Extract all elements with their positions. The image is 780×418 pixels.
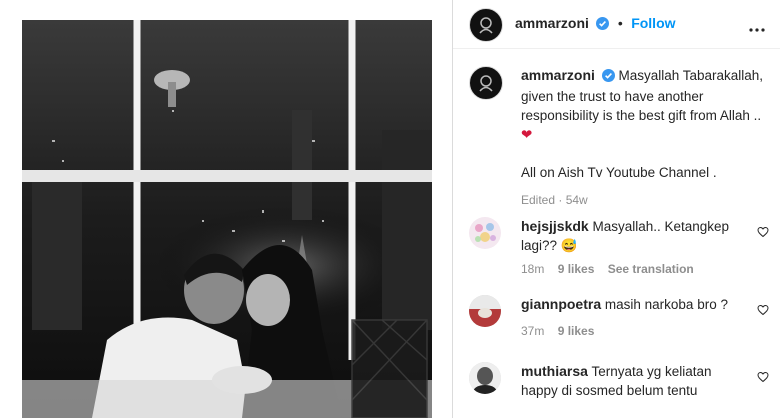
more-options-icon[interactable] bbox=[748, 20, 766, 38]
post-photo-art bbox=[22, 20, 432, 418]
caption-avatar[interactable] bbox=[469, 66, 503, 100]
heart-icon[interactable] bbox=[757, 225, 769, 243]
comment: hejsjjskdk Masyallah.. Ketangkep lagi?? … bbox=[469, 217, 769, 277]
post-photo[interactable] bbox=[22, 20, 432, 418]
heart-emoji-icon: ❤ bbox=[521, 127, 533, 142]
commenter-avatar[interactable] bbox=[469, 217, 501, 249]
comment: giannpoetra masih narkoba bro ? 37m 9 li… bbox=[469, 295, 769, 343]
caption-text-2: All on Aish Tv Youtube Channel . bbox=[521, 165, 717, 180]
comment: muthiarsa Ternyata yg keliatan happy di … bbox=[469, 362, 769, 418]
comment-body: muthiarsa Ternyata yg keliatan happy di … bbox=[521, 362, 749, 400]
heart-icon[interactable] bbox=[757, 303, 769, 321]
comment-text: masih narkoba bro ? bbox=[604, 297, 728, 312]
comment-time[interactable]: 37m bbox=[521, 324, 544, 338]
comment-username[interactable]: giannpoetra bbox=[521, 296, 601, 312]
caption: ammarzoni Masyallah Tabarakallah, given … bbox=[521, 66, 765, 210]
comment-username[interactable]: muthiarsa bbox=[521, 363, 588, 379]
separator-dot: • bbox=[617, 15, 623, 31]
see-translation-link[interactable]: See translation bbox=[608, 262, 694, 276]
comment-body: hejsjjskdk Masyallah.. Ketangkep lagi?? … bbox=[521, 217, 749, 255]
heart-icon[interactable] bbox=[757, 370, 769, 388]
comment-username[interactable]: hejsjjskdk bbox=[521, 218, 589, 234]
avatar[interactable] bbox=[469, 8, 503, 42]
comment-likes[interactable]: 9 likes bbox=[558, 324, 595, 338]
caption-meta: Edited · 54w bbox=[521, 193, 588, 207]
post-header: ammarzoni • Follow bbox=[453, 0, 780, 49]
comment-time[interactable]: 18m bbox=[521, 262, 544, 276]
owner-username[interactable]: ammarzoni bbox=[515, 15, 589, 31]
comment-likes[interactable]: 9 likes bbox=[558, 262, 595, 276]
post-sidebar: ammarzoni • Follow ammarzoni Masyallah T… bbox=[453, 0, 780, 418]
caption-username[interactable]: ammarzoni bbox=[521, 67, 595, 83]
caption-owner-logo bbox=[471, 68, 501, 98]
commenter-avatar[interactable] bbox=[469, 362, 501, 394]
commenter-avatar[interactable] bbox=[469, 295, 501, 327]
photo-pane bbox=[0, 0, 452, 418]
post-header-title: ammarzoni • Follow bbox=[515, 15, 676, 35]
comment-meta: 37m 9 likes bbox=[521, 324, 604, 338]
follow-button[interactable]: Follow bbox=[631, 15, 675, 31]
verified-badge-icon bbox=[596, 17, 610, 35]
comment-body: giannpoetra masih narkoba bro ? bbox=[521, 295, 749, 314]
comment-meta: 18m 9 likes See translation bbox=[521, 262, 704, 276]
verified-badge-icon bbox=[601, 68, 615, 87]
owner-logo bbox=[471, 10, 501, 40]
